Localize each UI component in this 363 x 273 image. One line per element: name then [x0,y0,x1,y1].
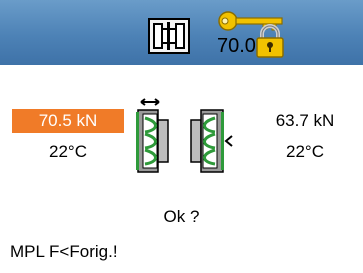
header-bar: 70.0 [0,0,363,65]
header-value: 70.0 [217,35,256,57]
clamp-machine-icon [148,18,190,54]
right-temperature: 22°C [286,142,324,161]
move-arrow-icon [140,98,160,106]
left-temperature: 22°C [49,142,87,161]
confirm-prompt[interactable]: Ok ? [0,207,363,227]
mold-halves-icon [136,98,233,173]
left-force-value: 70.5 kN [12,109,124,133]
right-mold-half [190,109,233,173]
right-force-value: 63.7 kN [275,111,335,130]
status-message: MPL F<Forig.! [10,242,118,261]
left-mold-half [136,109,169,173]
padlock-icon [256,24,284,58]
